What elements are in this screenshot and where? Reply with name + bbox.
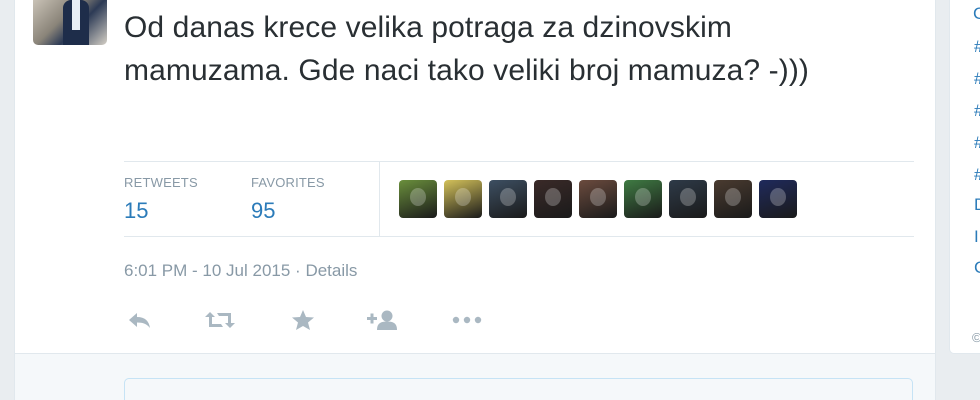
favoriter-avatar-7[interactable]	[669, 180, 707, 218]
favoriter-avatar-3[interactable]	[489, 180, 527, 218]
tweet-text: Od danas krece velika potraga za dzinovs…	[124, 11, 810, 87]
avatar-shirt	[72, 0, 80, 30]
retweets-label: RETWEETS	[124, 175, 198, 190]
favorite-icon	[292, 310, 314, 330]
more-icon	[452, 316, 482, 324]
trend-fragment-6[interactable]: D	[974, 195, 980, 215]
tweet-timestamp: 6:01 PM - 10 Jul 2015 · Details	[124, 261, 357, 281]
retweet-icon	[205, 312, 235, 328]
trend-fragment-8[interactable]: C	[974, 258, 980, 278]
trend-fragment-1[interactable]: #	[974, 37, 980, 57]
trend-fragment-3[interactable]: #	[974, 101, 980, 121]
reply-button[interactable]	[124, 305, 156, 335]
favorites-label: FAVORITES	[251, 175, 325, 190]
favoriter-avatar-6[interactable]	[624, 180, 662, 218]
favoriter-avatar-1[interactable]	[399, 180, 437, 218]
favoriter-avatar-2[interactable]	[444, 180, 482, 218]
favoriter-avatar-9[interactable]	[759, 180, 797, 218]
trends-header-fragment[interactable]: C	[973, 4, 980, 24]
timestamp-text[interactable]: 6:01 PM - 10 Jul 2015	[124, 261, 290, 280]
favorites-count[interactable]: 95	[251, 198, 325, 224]
retweet-button[interactable]	[204, 305, 236, 335]
follow-button[interactable]	[367, 305, 399, 335]
retweets-stat[interactable]: RETWEETS 15	[124, 174, 198, 224]
trend-fragment-5[interactable]: #	[974, 165, 980, 185]
favorites-stat[interactable]: FAVORITES 95	[251, 174, 325, 224]
trend-fragment-4[interactable]: #	[974, 133, 980, 153]
reply-icon	[129, 313, 150, 328]
favorite-button[interactable]	[287, 305, 319, 335]
trend-fragment-2[interactable]: #	[974, 69, 980, 89]
favoriters-avatars	[399, 180, 797, 218]
trends-panel: # # # # # D I C	[949, 0, 980, 354]
favoriter-avatar-4[interactable]	[534, 180, 572, 218]
favoriter-avatar-5[interactable]	[579, 180, 617, 218]
trend-fragment-7[interactable]: I	[974, 227, 979, 247]
retweets-count[interactable]: 15	[124, 198, 198, 224]
author-avatar[interactable]	[33, 0, 107, 45]
more-button[interactable]	[451, 305, 483, 335]
copyright-fragment: ©	[972, 330, 980, 345]
reply-input[interactable]	[124, 378, 913, 400]
timestamp-separator: ·	[290, 261, 306, 280]
favoriter-avatar-8[interactable]	[714, 180, 752, 218]
follow-icon	[367, 310, 397, 330]
tweet-stats: RETWEETS 15 FAVORITES 95	[124, 161, 914, 237]
stats-divider	[379, 162, 380, 236]
details-link[interactable]: Details	[305, 261, 357, 280]
